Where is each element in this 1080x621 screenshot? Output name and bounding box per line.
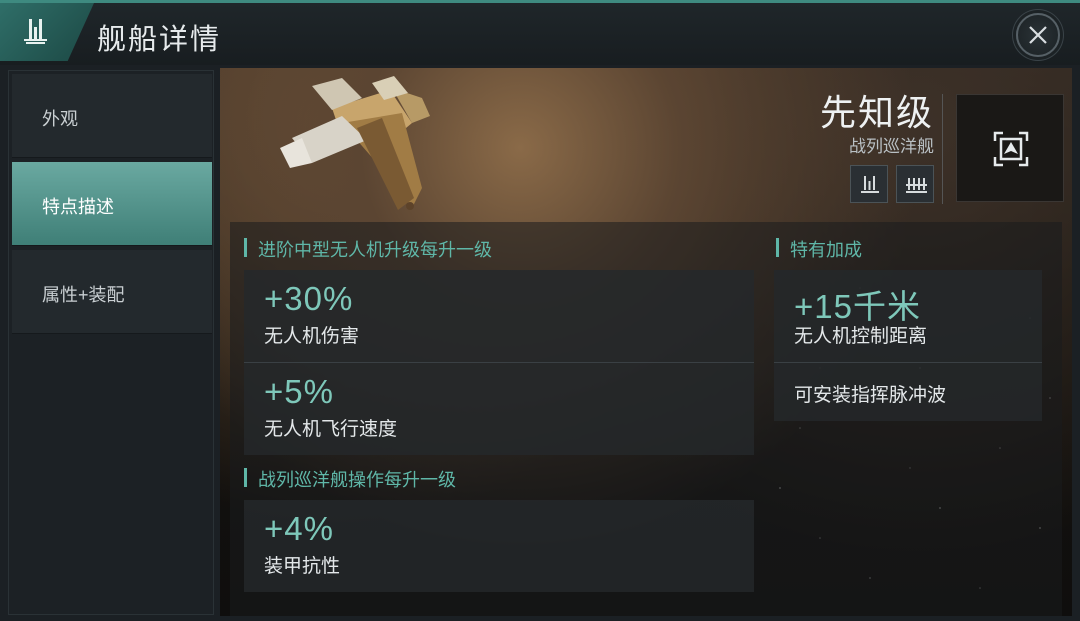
battlecruiser-icon[interactable] bbox=[850, 165, 888, 203]
drone-icon[interactable] bbox=[896, 165, 934, 203]
trait-desc: 无人机飞行速度 bbox=[264, 419, 398, 440]
trait-card: +30% 无人机伤害 bbox=[244, 270, 754, 362]
tab-attributes-fitting[interactable]: 属性+装配 bbox=[12, 250, 212, 334]
ship-class: 战列巡洋舰 bbox=[849, 137, 934, 156]
ship-class-icon bbox=[0, 3, 94, 61]
trait-card: +15千米 无人机控制距离 bbox=[774, 270, 1042, 362]
trait-text: 可安装指挥脉冲波 bbox=[794, 385, 947, 406]
ship-detail-panel: 先知级 战列巡洋舰 进阶中型无人机升级每升一级 +30% 无人机伤害 +5% 无… bbox=[220, 68, 1072, 616]
section-title: 战列巡洋舰操作每升一级 bbox=[244, 466, 456, 492]
section-title: 进阶中型无人机升级每升一级 bbox=[244, 236, 492, 262]
tab-label: 外观 bbox=[42, 109, 78, 129]
close-icon bbox=[1029, 26, 1047, 44]
trait-card: +5% 无人机飞行速度 bbox=[244, 363, 754, 455]
trait-desc: 无人机控制距离 bbox=[794, 326, 928, 347]
tab-appearance[interactable]: 外观 bbox=[12, 74, 212, 158]
page-title: 舰船详情 bbox=[97, 24, 222, 56]
header-divider bbox=[942, 94, 943, 204]
trait-value: +5% bbox=[264, 373, 334, 410]
trait-card: 可安装指挥脉冲波 bbox=[774, 363, 1042, 421]
section-title: 特有加成 bbox=[776, 236, 862, 262]
tab-traits[interactable]: 特点描述 bbox=[12, 162, 212, 246]
trait-card: +4% 装甲抗性 bbox=[244, 500, 754, 592]
tab-label: 属性+装配 bbox=[42, 285, 125, 305]
faction-emblem-icon[interactable] bbox=[956, 94, 1064, 202]
ship-image bbox=[280, 76, 430, 210]
trait-desc: 装甲抗性 bbox=[264, 556, 341, 577]
trait-value: +4% bbox=[264, 510, 334, 547]
traits-section: 进阶中型无人机升级每升一级 +30% 无人机伤害 +5% 无人机飞行速度 战列巡… bbox=[230, 222, 1062, 616]
sidebar: 外观 特点描述 属性+装配 bbox=[8, 70, 214, 615]
close-button[interactable] bbox=[1016, 13, 1060, 57]
tab-label: 特点描述 bbox=[42, 197, 114, 217]
trait-desc: 无人机伤害 bbox=[264, 326, 360, 347]
header: 舰船详情 bbox=[0, 3, 1080, 65]
trait-value: +30% bbox=[264, 280, 354, 317]
ship-name: 先知级 bbox=[819, 92, 934, 133]
